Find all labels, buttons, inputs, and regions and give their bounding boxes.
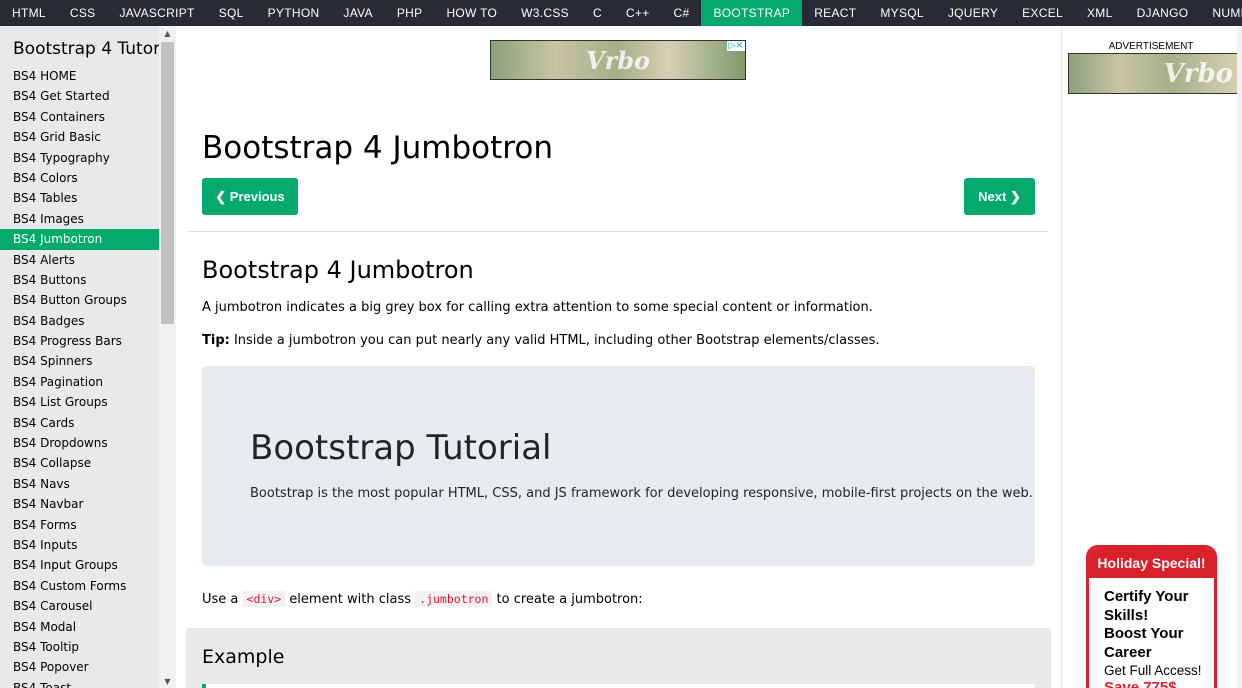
nav-item-django[interactable]: DJANGO <box>1125 0 1201 26</box>
page-scrollbar[interactable] <box>1237 26 1242 688</box>
top-nav: HTML CSS JAVASCRIPT SQL PYTHON JAVA PHP HOW TO W… <box>0 0 1242 26</box>
nav-item-mysql[interactable]: MYSQL <box>868 0 936 26</box>
sidebar-item-bs4-images[interactable]: BS4 Images <box>0 209 159 229</box>
promo-line-1: Certify Your <box>1104 588 1189 605</box>
nav-item-sql[interactable]: SQL <box>207 0 256 26</box>
sidebar-item-bs4-cards[interactable]: BS4 Cards <box>0 413 159 433</box>
sidebar-item-bs4-inputs[interactable]: BS4 Inputs <box>0 535 159 555</box>
jumbotron-demo: Bootstrap Tutorial Bootstrap is the most… <box>202 366 1035 566</box>
sidebar: Bootstrap 4 Tutorial BS4 HOME BS4 Get Sta… <box>0 26 176 688</box>
promo-line-3: Boost Your <box>1104 625 1184 642</box>
nav-item-html[interactable]: HTML <box>0 0 58 26</box>
ad-close-icon[interactable]: ▷✕ <box>726 41 745 51</box>
sidebar-item-bs4-colors[interactable]: BS4 Colors <box>0 168 159 188</box>
example-box: Example <box>186 628 1051 688</box>
promo-save: Save 775$ <box>1104 679 1177 688</box>
sidebar-item-bs4-custom-forms[interactable]: BS4 Custom Forms <box>0 576 159 596</box>
section-title: Bootstrap 4 Jumbotron <box>202 256 474 284</box>
sidebar-item-bs4-containers[interactable]: BS4 Containers <box>0 107 159 127</box>
sidebar-item-bs4-modal[interactable]: BS4 Modal <box>0 617 159 637</box>
sidebar-item-bs4-toast[interactable]: BS4 Toast <box>0 678 159 688</box>
example-code-block <box>202 684 1035 688</box>
sidebar-title: Bootstrap 4 Tutorial <box>13 39 176 59</box>
usage-suffix: to create a jumbotron: <box>492 592 643 607</box>
nav-item-c[interactable]: C# <box>662 0 702 26</box>
nav-item-xml[interactable]: XML <box>1075 0 1125 26</box>
promo-heading: Holiday Special! <box>1089 548 1214 578</box>
nav-item-c[interactable]: C <box>581 0 614 26</box>
sidebar-item-bs4-button-groups[interactable]: BS4 Button Groups <box>0 290 159 310</box>
nav-item-c[interactable]: C++ <box>614 0 662 26</box>
sidebar-item-bs4-carousel[interactable]: BS4 Carousel <box>0 596 159 616</box>
sidebar-item-bs4-progress-bars[interactable]: BS4 Progress Bars <box>0 331 159 351</box>
sidebar-item-bs4-input-groups[interactable]: BS4 Input Groups <box>0 555 159 575</box>
nav-item-javascript[interactable]: JAVASCRIPT <box>107 0 206 26</box>
sidebar-item-bs4-home[interactable]: BS4 HOME <box>0 66 159 86</box>
intro-paragraph: A jumbotron indicates a big grey box for… <box>202 300 873 315</box>
next-button[interactable]: Next ❯ <box>964 178 1035 215</box>
side-advertisement[interactable]: Vrbo <box>1068 53 1240 94</box>
ad-logo: Vrbo <box>585 45 651 75</box>
usage-middle: element with class <box>285 592 416 607</box>
sidebar-item-bs4-grid-basic[interactable]: BS4 Grid Basic <box>0 127 159 147</box>
scroll-up-arrow-icon[interactable]: ▲ <box>159 26 176 40</box>
tip-label: Tip: <box>202 333 230 348</box>
sidebar-item-bs4-navs[interactable]: BS4 Navs <box>0 474 159 494</box>
sidebar-scroll-thumb[interactable] <box>161 42 174 324</box>
sidebar-item-bs4-jumbotron[interactable]: BS4 Jumbotron <box>0 229 159 250</box>
scroll-down-arrow-icon[interactable]: ▼ <box>159 674 176 688</box>
sidebar-item-bs4-tables[interactable]: BS4 Tables <box>0 188 159 208</box>
sidebar-item-bs4-alerts[interactable]: BS4 Alerts <box>0 250 159 270</box>
sidebar-item-bs4-spinners[interactable]: BS4 Spinners <box>0 351 159 371</box>
sidebar-item-bs4-forms[interactable]: BS4 Forms <box>0 515 159 535</box>
side-ad-logo: Vrbo <box>1163 58 1233 89</box>
sidebar-list: BS4 HOME BS4 Get Started BS4 Containers BS4… <box>0 66 159 688</box>
nav-item-python[interactable]: PYTHON <box>256 0 332 26</box>
sidebar-item-bs4-navbar[interactable]: BS4 Navbar <box>0 494 159 514</box>
sidebar-item-bs4-buttons[interactable]: BS4 Buttons <box>0 270 159 290</box>
nav-item-jquery[interactable]: JQUERY <box>936 0 1010 26</box>
divider <box>188 231 1048 232</box>
holiday-promo[interactable]: Holiday Special! Certify Your Skills! Bo… <box>1086 545 1217 688</box>
example-title: Example <box>202 646 285 668</box>
promo-body: Certify Your Skills! Boost Your Career G… <box>1089 578 1214 688</box>
code-div: <div> <box>242 591 286 607</box>
nav-item-numpy[interactable]: NUMPY <box>1200 0 1242 26</box>
jumbotron-title: Bootstrap Tutorial <box>250 428 552 468</box>
nav-item-w3-css[interactable]: W3.CSS <box>509 0 581 26</box>
previous-button[interactable]: ❮ Previous <box>202 178 298 215</box>
sidebar-item-bs4-pagination[interactable]: BS4 Pagination <box>0 372 159 392</box>
tip-paragraph: Tip: Inside a jumbotron you can put near… <box>202 332 880 350</box>
nav-item-react[interactable]: REACT <box>802 0 868 26</box>
page-title: Bootstrap 4 Jumbotron <box>202 130 553 166</box>
sidebar-item-bs4-get-started[interactable]: BS4 Get Started <box>0 86 159 106</box>
promo-line-4: Career <box>1104 643 1152 661</box>
promo-line-2: Skills! <box>1104 606 1149 624</box>
sidebar-item-bs4-typography[interactable]: BS4 Typography <box>0 148 159 168</box>
right-column: ADVERTISEMENT Vrbo Holiday Special! Cert… <box>1061 26 1242 688</box>
jumbotron-text: Bootstrap is the most popular HTML, CSS,… <box>250 486 1033 501</box>
advertisement-label: ADVERTISEMENT <box>1108 41 1194 52</box>
nav-item-bootstrap[interactable]: BOOTSTRAP <box>701 0 803 26</box>
code-jumbotron-class: .jumbotron <box>415 591 493 607</box>
nav-item-how-to[interactable]: HOW TO <box>434 0 509 26</box>
sidebar-item-bs4-list-groups[interactable]: BS4 List Groups <box>0 392 159 412</box>
sidebar-item-bs4-dropdowns[interactable]: BS4 Dropdowns <box>0 433 159 453</box>
tip-text: Inside a jumbotron you can put nearly an… <box>229 333 880 348</box>
nav-item-excel[interactable]: EXCEL <box>1010 0 1075 26</box>
sidebar-item-bs4-tooltip[interactable]: BS4 Tooltip <box>0 637 159 657</box>
sidebar-item-bs4-collapse[interactable]: BS4 Collapse <box>0 453 159 473</box>
sidebar-scrollbar[interactable]: ▲ ▼ <box>159 26 176 688</box>
promo-subtext: Get Full Access! <box>1104 663 1202 678</box>
main-content: Vrbo ▷✕ Bootstrap 4 Jumbotron ❮ Previous… <box>186 26 1051 688</box>
sidebar-item-bs4-badges[interactable]: BS4 Badges <box>0 311 159 331</box>
nav-item-css[interactable]: CSS <box>58 0 108 26</box>
nav-item-java[interactable]: JAVA <box>331 0 384 26</box>
nav-item-php[interactable]: PHP <box>385 0 435 26</box>
sidebar-item-bs4-popover[interactable]: BS4 Popover <box>0 657 159 677</box>
top-advertisement[interactable]: Vrbo ▷✕ <box>490 40 746 80</box>
usage-paragraph: Use a <div> element with class .jumbotro… <box>202 590 643 609</box>
usage-prefix: Use a <box>202 592 243 607</box>
